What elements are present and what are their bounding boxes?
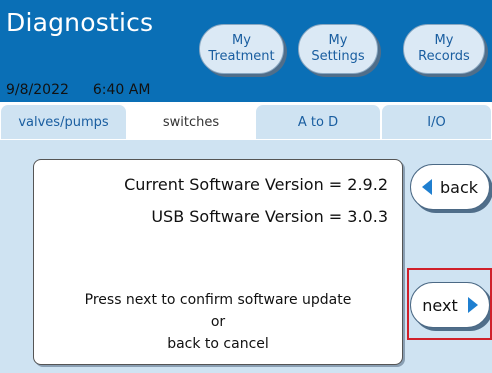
tab-bar: valves/pumps switches A to D I/O xyxy=(0,104,492,140)
my-settings-label-line1: My xyxy=(328,33,348,48)
tab-io[interactable]: I/O xyxy=(381,104,492,140)
tab-switches-label: switches xyxy=(162,114,220,130)
tab-a-to-d-label: A to D xyxy=(297,114,339,130)
back-button[interactable]: back xyxy=(410,164,490,210)
my-records-label-line1: My xyxy=(434,33,454,48)
triangle-left-icon xyxy=(421,179,432,195)
time-text: 6:40 AM xyxy=(92,82,151,98)
prompt-line-3: back to cancel xyxy=(167,336,269,352)
my-records-button[interactable]: My Records xyxy=(403,24,485,74)
my-settings-label-line2: Settings xyxy=(311,49,365,64)
my-treatment-label-line2: Treatment xyxy=(208,49,275,64)
date-text: 9/8/2022 xyxy=(6,82,69,98)
prompt-line-1: Press next to confirm software update xyxy=(84,292,352,308)
tab-io-label: I/O xyxy=(427,114,446,130)
my-settings-button[interactable]: My Settings xyxy=(298,24,378,74)
my-treatment-label-line1: My xyxy=(232,33,251,48)
page-title: Diagnostics xyxy=(6,8,154,37)
tab-a-to-d[interactable]: A to D xyxy=(255,104,381,140)
current-software-version: Current Software Version = 2.9.2 xyxy=(124,175,388,194)
back-button-label: back xyxy=(439,177,479,197)
next-highlight-box xyxy=(407,268,492,340)
usb-software-version: USB Software Version = 3.0.3 xyxy=(151,207,388,226)
software-update-panel: Current Software Version = 2.9.2 USB Sof… xyxy=(33,159,403,365)
prompt-line-2: or xyxy=(210,314,226,330)
tab-valves-pumps[interactable]: valves/pumps xyxy=(0,104,127,140)
tab-valves-pumps-label: valves/pumps xyxy=(18,114,109,130)
my-records-label-line2: Records xyxy=(418,49,470,64)
date-time: 9/8/2022 6:40 AM xyxy=(6,82,150,98)
tab-switches[interactable]: switches xyxy=(127,104,255,140)
my-treatment-button[interactable]: My Treatment xyxy=(199,24,284,74)
